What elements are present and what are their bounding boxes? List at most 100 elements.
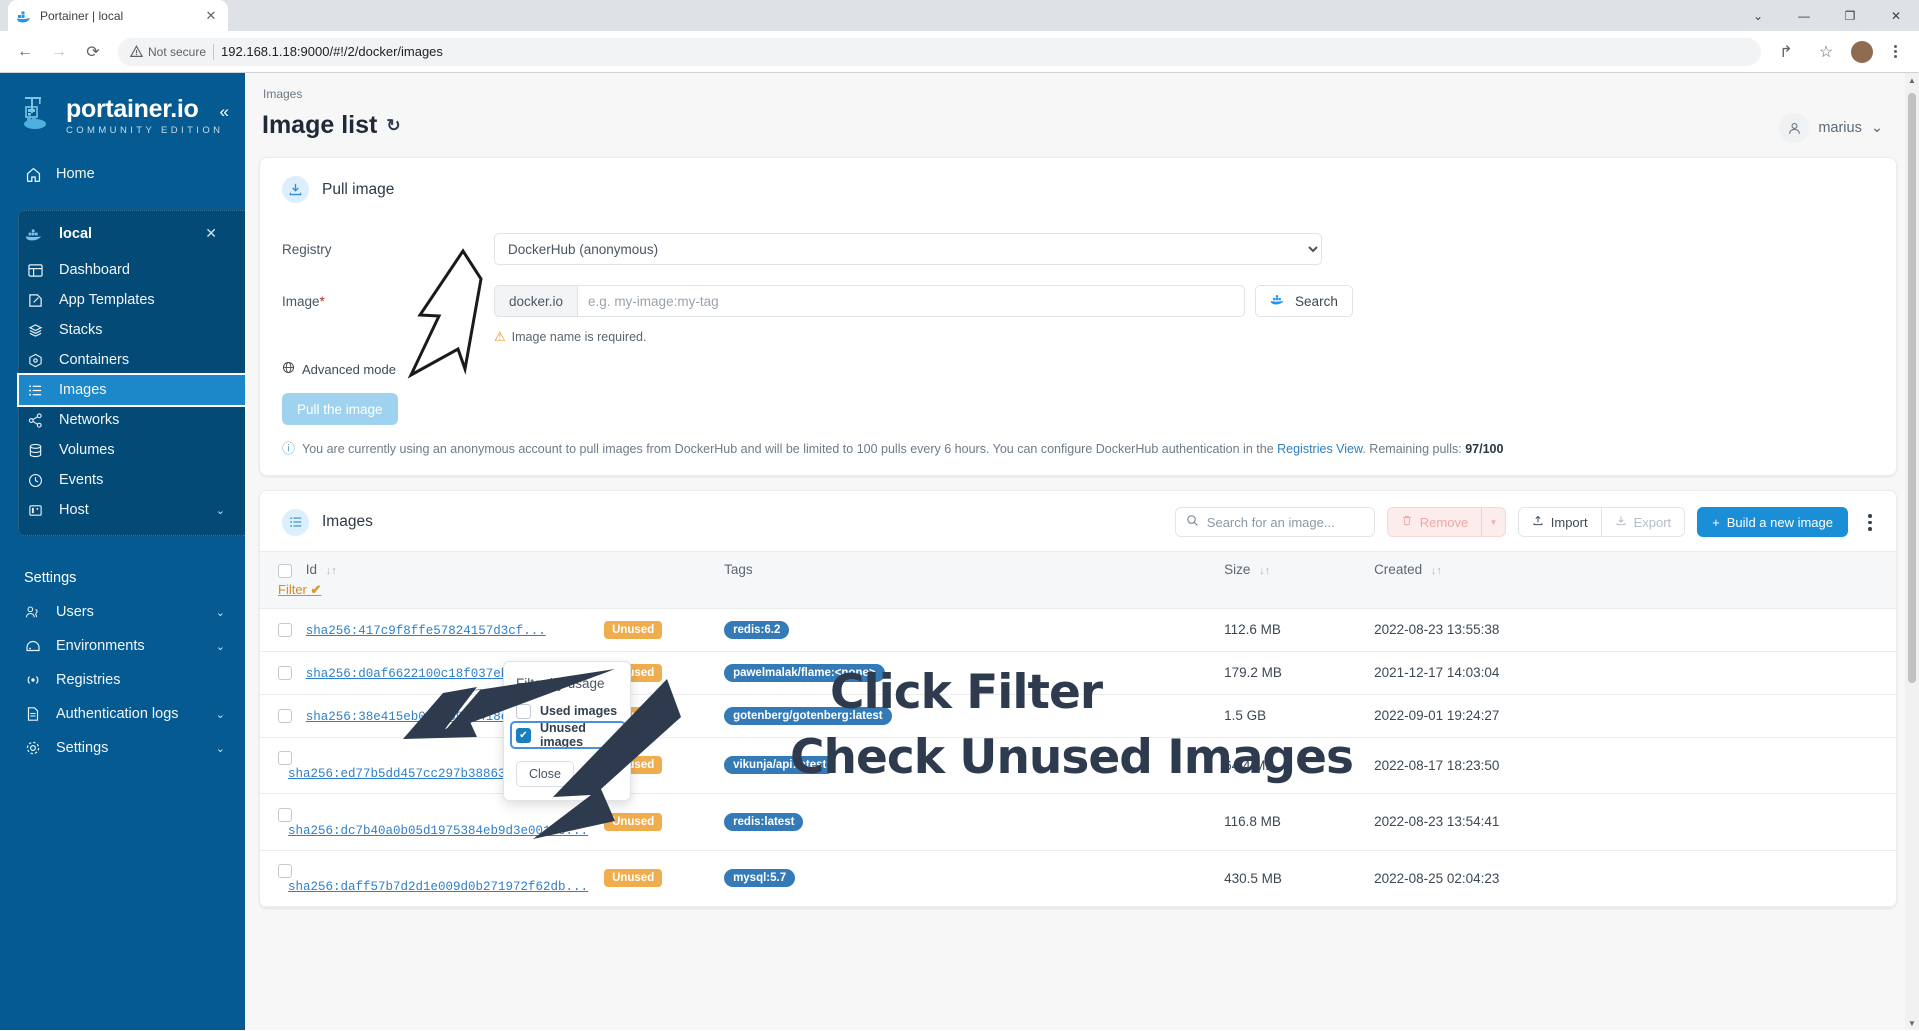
tag-badge[interactable]: gotenberg/gotenberg:latest — [724, 706, 892, 725]
column-header-tags[interactable]: Tags — [716, 551, 1217, 609]
tag-badge[interactable]: redis:latest — [724, 812, 804, 831]
tag-badge[interactable]: pawelmalak/flame:<none> — [724, 663, 885, 682]
chevron-down-icon[interactable]: ⌄ — [216, 708, 225, 721]
image-name-input[interactable] — [577, 285, 1246, 317]
close-icon[interactable]: ✕ — [202, 7, 220, 25]
vertical-scrollbar[interactable]: ▲ ▼ — [1905, 73, 1919, 1030]
filter-toggle-link[interactable]: Filter ✔ — [278, 582, 588, 598]
address-bar[interactable]: Not secure 192.168.1.18:9000/#!/2/docker… — [118, 37, 1761, 66]
registries-view-link[interactable]: Registries View — [1277, 442, 1362, 456]
build-new-image-button[interactable]: + Build a new image — [1697, 507, 1848, 538]
sidebar-item-networks[interactable]: Networks — [19, 405, 245, 435]
table-row[interactable]: sha256:dc7b40a0b05d1975384eb9d3e001fe...… — [260, 793, 1896, 851]
image-id-link[interactable]: sha256:daff57b7d2d1e009d0b271972f62db... — [288, 880, 588, 894]
remove-label: Remove — [1419, 514, 1469, 530]
info-circle-icon: ⓘ — [282, 441, 296, 456]
import-button[interactable]: Import — [1519, 508, 1601, 536]
advanced-mode-toggle[interactable]: Advanced mode — [260, 345, 1896, 377]
profile-avatar[interactable] — [1851, 40, 1873, 63]
chevron-down-icon[interactable]: ⌄ — [216, 606, 225, 619]
filter-close-button[interactable]: Close — [516, 761, 574, 787]
image-search-button[interactable]: Search — [1255, 285, 1353, 317]
row-checkbox[interactable] — [278, 666, 292, 681]
remove-dropdown-caret[interactable]: ▾ — [1481, 508, 1505, 537]
window-close-button[interactable]: ✕ — [1873, 0, 1919, 31]
sort-icon[interactable]: ↓↑ — [1259, 565, 1270, 577]
sidebar-item-events[interactable]: Events — [19, 465, 245, 495]
sidebar-item-images[interactable]: Images — [17, 373, 245, 407]
tag-badge[interactable]: mysql:5.7 — [724, 869, 796, 888]
scroll-up-arrow[interactable]: ▲ — [1905, 73, 1919, 87]
scroll-down-arrow[interactable]: ▼ — [1905, 1016, 1919, 1030]
export-button[interactable]: Export — [1600, 508, 1685, 537]
row-checkbox[interactable] — [278, 709, 292, 724]
search-input[interactable] — [1206, 514, 1364, 530]
sidebar-item-containers[interactable]: Containers — [19, 345, 245, 375]
browser-tab[interactable]: Portainer | local ✕ — [8, 0, 228, 31]
chevron-down-icon[interactable]: ⌄ — [216, 640, 225, 653]
filter-option-unused[interactable]: ✔ Unused images — [510, 721, 626, 749]
sidebar-item-dashboard[interactable]: Dashboard — [19, 255, 245, 285]
chevron-down-icon[interactable]: ⌄ — [216, 742, 225, 755]
image-id-link[interactable]: sha256:dc7b40a0b05d1975384eb9d3e001fe... — [288, 824, 588, 838]
column-header-size[interactable]: Size ↓↑ — [1216, 551, 1367, 609]
tag-badge[interactable]: vikunja/api:latest — [724, 756, 836, 775]
refresh-icon[interactable]: ↻ — [386, 116, 400, 136]
brand[interactable]: portainer.io COMMUNITY EDITION — [0, 73, 245, 154]
avatar — [1779, 113, 1810, 143]
window-maximize-button[interactable]: ❐ — [1827, 0, 1873, 31]
browser-menu-icon[interactable] — [1883, 40, 1907, 64]
filter-option-used[interactable]: Used images — [516, 701, 618, 721]
window-minimize-button[interactable]: — — [1781, 0, 1827, 31]
chevron-down-icon[interactable]: ⌄ — [216, 504, 225, 517]
registry-select[interactable]: DockerHub (anonymous) — [494, 233, 1322, 265]
sidebar-item-settings[interactable]: Settings ⌄ — [0, 732, 245, 764]
row-checkbox[interactable] — [278, 864, 292, 878]
row-checkbox[interactable] — [278, 807, 292, 822]
window-restore-button[interactable]: ⌄ — [1735, 0, 1781, 31]
sidebar-item-users[interactable]: Users ⌄ — [0, 596, 245, 628]
remove-button[interactable]: Remove ▾ — [1386, 507, 1506, 538]
import-icon — [1532, 514, 1544, 530]
select-all-checkbox[interactable] — [278, 563, 292, 578]
sort-icon[interactable]: ↓↑ — [326, 565, 337, 577]
sidebar-item-app-templates[interactable]: App Templates — [19, 285, 245, 315]
table-row[interactable]: sha256:417c9f8ffe57824157d3cf... Unused … — [260, 608, 1896, 652]
sort-icon[interactable]: ↓↑ — [1431, 565, 1442, 577]
image-search-box[interactable] — [1174, 507, 1375, 538]
back-icon[interactable]: ← — [10, 37, 40, 67]
pull-the-image-button[interactable]: Pull the image — [282, 393, 398, 425]
pull-image-title: Pull image — [322, 180, 395, 198]
remaining-pulls-count: 97/100 — [1465, 442, 1504, 456]
sidebar-item-home[interactable]: Home — [0, 158, 245, 190]
sidebar-item-authentication-logs[interactable]: Authentication logs ⌄ — [0, 698, 245, 730]
forward-icon[interactable]: → — [44, 37, 74, 67]
chevron-down-icon[interactable]: ⌄ — [1871, 120, 1883, 136]
note-part2: . Remaining pulls: — [1362, 442, 1466, 456]
sidebar-item-stacks[interactable]: Stacks — [19, 315, 245, 345]
tag-badge[interactable]: redis:6.2 — [724, 620, 790, 639]
security-status[interactable]: Not secure — [130, 45, 206, 59]
scrollbar-thumb[interactable] — [1908, 93, 1916, 683]
column-header-id[interactable]: Id ↓↑ Filter ✔ — [260, 551, 597, 609]
table-row[interactable]: sha256:daff57b7d2d1e009d0b271972f62db...… — [260, 850, 1896, 908]
used-images-checkbox[interactable] — [516, 703, 531, 719]
row-checkbox[interactable] — [278, 623, 292, 638]
column-header-created[interactable]: Created ↓↑ — [1366, 551, 1896, 609]
sidebar-item-registries[interactable]: Registries — [0, 664, 245, 696]
breadcrumb[interactable]: Images — [259, 87, 401, 101]
row-checkbox[interactable] — [278, 751, 292, 766]
environment-close-icon[interactable]: ✕ — [205, 225, 217, 242]
column-size-label: Size — [1224, 562, 1251, 578]
sidebar-collapse-icon[interactable]: « — [220, 103, 229, 120]
bookmark-icon[interactable]: ☆ — [1811, 37, 1841, 67]
reload-icon[interactable]: ⟳ — [78, 37, 108, 67]
user-menu[interactable]: marius ⌄ — [1779, 113, 1883, 143]
unused-images-checkbox[interactable]: ✔ — [516, 727, 531, 743]
more-options-icon[interactable] — [1860, 509, 1880, 535]
sidebar-item-environments[interactable]: Environments ⌄ — [0, 630, 245, 662]
image-id-link[interactable]: sha256:417c9f8ffe57824157d3cf... — [306, 624, 546, 638]
sidebar-item-host[interactable]: Host ⌄ — [19, 495, 245, 525]
share-icon[interactable]: ↱ — [1771, 37, 1801, 67]
sidebar-item-volumes[interactable]: Volumes — [19, 435, 245, 465]
